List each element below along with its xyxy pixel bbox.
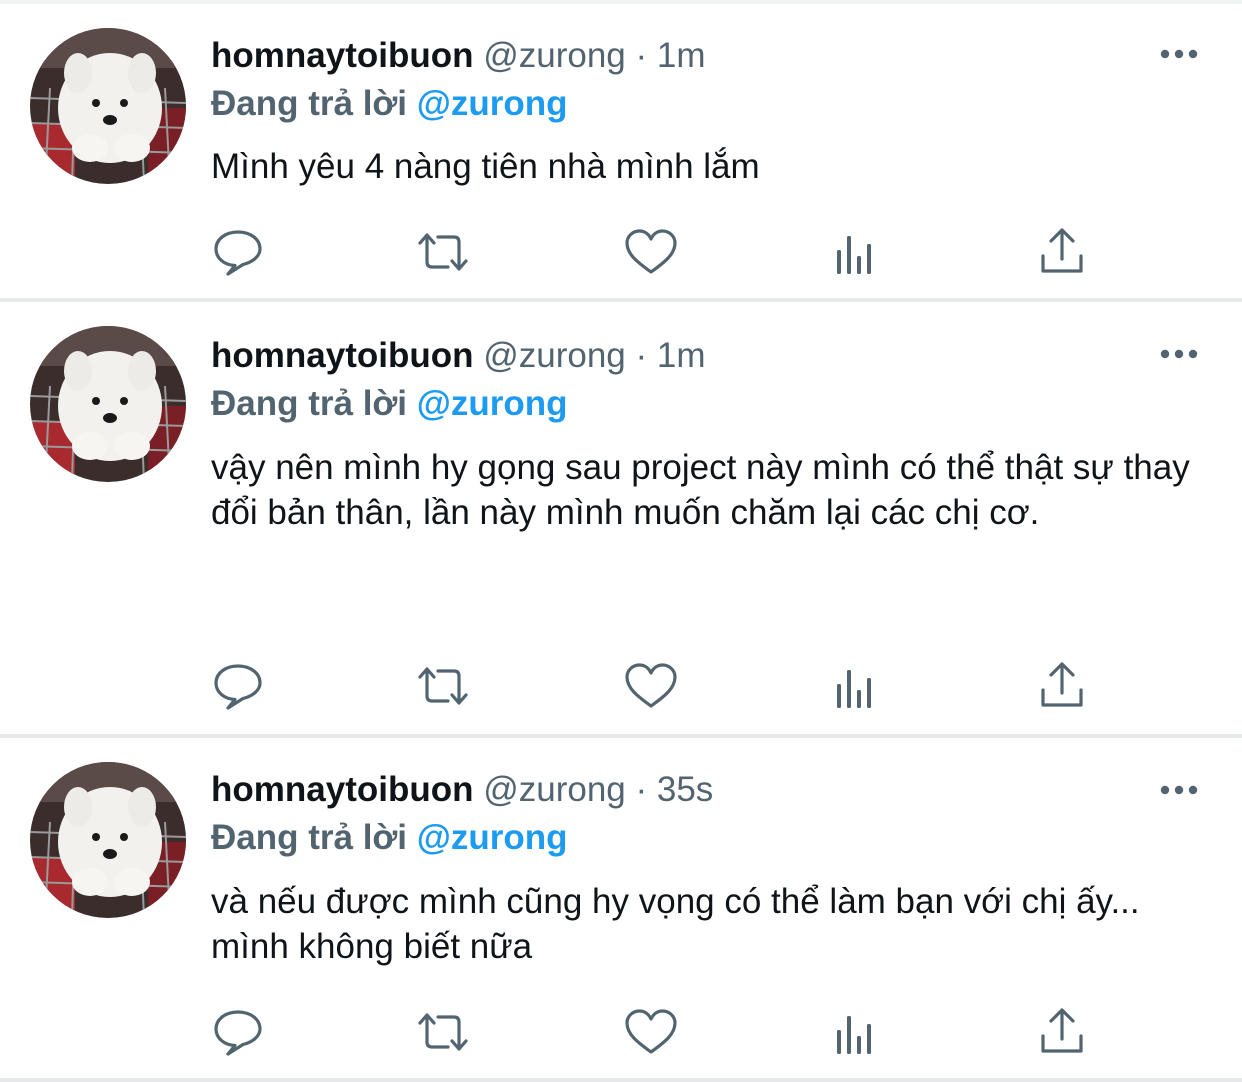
- mention-link[interactable]: @zurong: [417, 818, 568, 857]
- dog-avatar-image: [30, 762, 186, 918]
- analytics-icon: [837, 670, 871, 708]
- heart-icon: [625, 1009, 677, 1054]
- tweet-time[interactable]: 35s: [657, 770, 713, 809]
- share-button[interactable]: [1034, 1006, 1090, 1058]
- tweet-text: và nếu được mình cũng hy vọng có thể làm…: [211, 882, 1140, 966]
- reply-button[interactable]: [210, 226, 266, 278]
- tweet-text: vậy nên mình hy gọng sau project này mìn…: [211, 448, 1190, 532]
- header-separator: ·: [635, 770, 648, 809]
- more-button[interactable]: [1158, 42, 1202, 66]
- more-icon: [1160, 49, 1198, 59]
- more-button[interactable]: [1158, 342, 1202, 366]
- author-name[interactable]: homnaytoibuon: [211, 770, 473, 809]
- reply-icon: [214, 664, 262, 710]
- header-separator: ·: [635, 336, 648, 375]
- reply-icon: [214, 230, 262, 276]
- author-handle[interactable]: @zurong: [483, 770, 626, 809]
- replying-to-label: Đang trả lời: [211, 384, 408, 423]
- replying-to: Đang trả lời @zurong: [211, 82, 568, 126]
- heart-icon: [625, 229, 677, 274]
- analytics-button[interactable]: [828, 660, 884, 712]
- tweet-1[interactable]: homnaytoibuon @zurong · 1m Đang trả lời …: [0, 4, 1242, 302]
- like-button[interactable]: [623, 226, 679, 278]
- share-icon: [1041, 1008, 1083, 1053]
- tweet-header: homnaytoibuon @zurong · 1m: [211, 334, 706, 378]
- analytics-icon: [837, 1016, 871, 1054]
- heart-icon: [625, 663, 677, 708]
- tweet-3[interactable]: homnaytoibuon @zurong · 35s Đang trả lời…: [0, 738, 1242, 1082]
- tweet-2[interactable]: homnaytoibuon @zurong · 1m Đang trả lời …: [0, 302, 1242, 738]
- share-button[interactable]: [1034, 660, 1090, 712]
- tweet-actions: [210, 226, 1110, 278]
- replying-to: Đang trả lời @zurong: [211, 816, 568, 860]
- share-icon: [1041, 662, 1083, 707]
- dog-avatar-image: [30, 28, 186, 184]
- tweet-time[interactable]: 1m: [657, 36, 706, 75]
- replying-to-label: Đang trả lời: [211, 818, 408, 857]
- retweet-button[interactable]: [415, 226, 471, 278]
- share-button[interactable]: [1034, 226, 1090, 278]
- analytics-button[interactable]: [828, 1006, 884, 1058]
- more-icon: [1160, 785, 1198, 795]
- more-button[interactable]: [1158, 778, 1202, 802]
- author-name[interactable]: homnaytoibuon: [211, 36, 473, 75]
- replying-to: Đang trả lời @zurong: [211, 382, 568, 426]
- tweet-actions: [210, 1006, 1110, 1058]
- dog-avatar-image: [30, 326, 186, 482]
- analytics-icon: [837, 236, 871, 274]
- reply-icon: [214, 1010, 262, 1056]
- tweet-header: homnaytoibuon @zurong · 1m: [211, 34, 706, 78]
- tweet-actions: [210, 660, 1110, 712]
- mention-link[interactable]: @zurong: [417, 384, 568, 423]
- tweet-header: homnaytoibuon @zurong · 35s: [211, 768, 713, 812]
- avatar[interactable]: [30, 762, 186, 918]
- retweet-icon: [418, 233, 468, 271]
- mention-link[interactable]: @zurong: [417, 84, 568, 123]
- more-icon: [1160, 349, 1198, 359]
- replying-to-label: Đang trả lời: [211, 84, 408, 123]
- tweet-time[interactable]: 1m: [657, 336, 706, 375]
- share-icon: [1041, 228, 1083, 273]
- tweet-divider: [0, 1078, 1242, 1082]
- retweet-button[interactable]: [415, 1006, 471, 1058]
- retweet-icon: [418, 667, 468, 705]
- like-button[interactable]: [623, 1006, 679, 1058]
- tweet-text: Mình yêu 4 nàng tiên nhà mình lắm: [211, 147, 760, 186]
- avatar[interactable]: [30, 326, 186, 482]
- author-name[interactable]: homnaytoibuon: [211, 336, 473, 375]
- like-button[interactable]: [623, 660, 679, 712]
- header-separator: ·: [635, 36, 648, 75]
- retweet-icon: [418, 1013, 468, 1051]
- author-handle[interactable]: @zurong: [483, 36, 626, 75]
- reply-button[interactable]: [210, 660, 266, 712]
- analytics-button[interactable]: [828, 226, 884, 278]
- avatar[interactable]: [30, 28, 186, 184]
- reply-button[interactable]: [210, 1006, 266, 1058]
- author-handle[interactable]: @zurong: [483, 336, 626, 375]
- retweet-button[interactable]: [415, 660, 471, 712]
